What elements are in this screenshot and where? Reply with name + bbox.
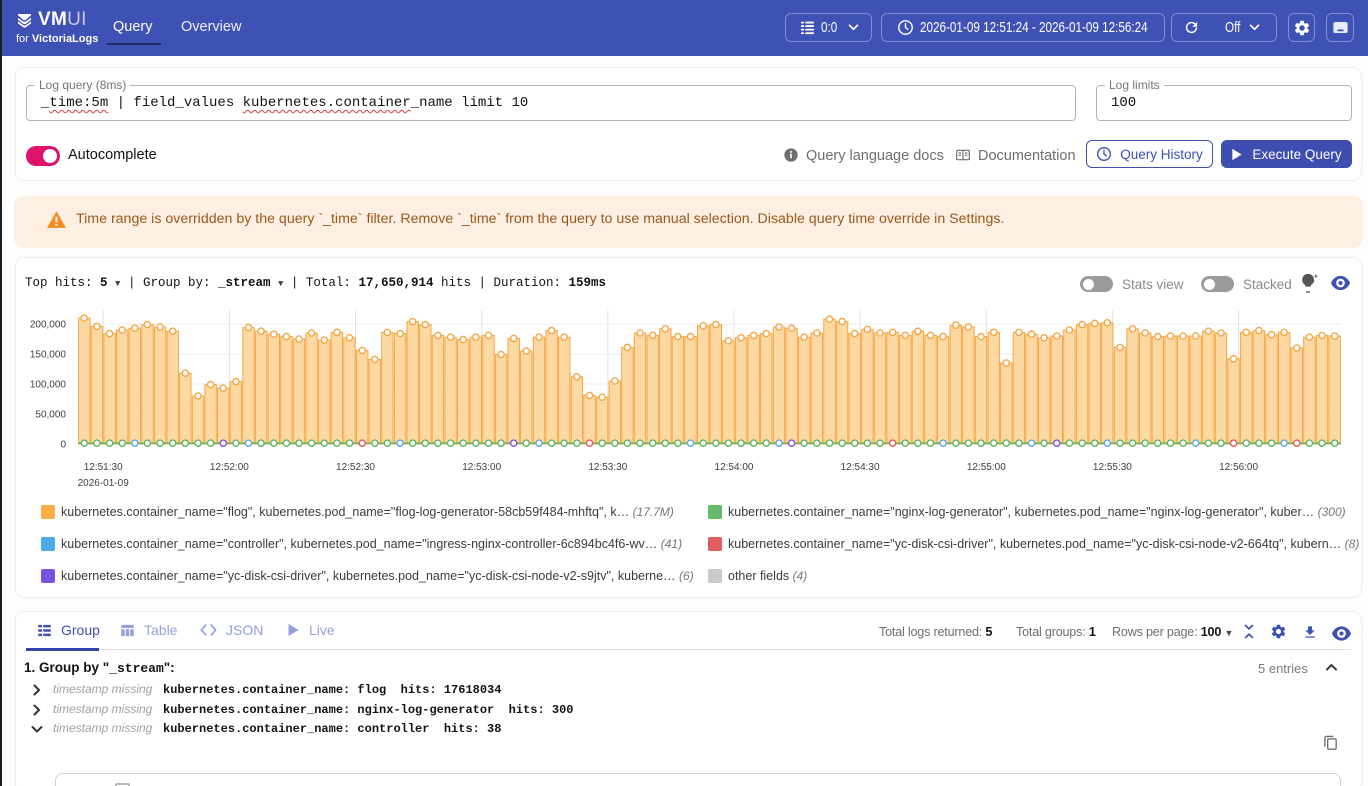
svg-text:12:52:00: 12:52:00: [210, 462, 249, 473]
svg-text:50,000: 50,000: [35, 410, 66, 421]
svg-text:2026-01-09: 2026-01-09: [78, 478, 130, 489]
svg-text:200,000: 200,000: [30, 320, 67, 331]
svg-text:12:54:30: 12:54:30: [841, 462, 880, 473]
svg-text:12:51:30: 12:51:30: [84, 462, 123, 473]
svg-text:12:55:00: 12:55:00: [967, 462, 1006, 473]
svg-text:100,000: 100,000: [30, 380, 67, 391]
svg-text:150,000: 150,000: [30, 350, 67, 361]
svg-text:12:55:30: 12:55:30: [1093, 462, 1132, 473]
svg-text:12:56:00: 12:56:00: [1219, 462, 1258, 473]
svg-text:12:53:30: 12:53:30: [588, 462, 627, 473]
svg-text:12:52:30: 12:52:30: [336, 462, 375, 473]
svg-text:12:54:00: 12:54:00: [715, 462, 754, 473]
svg-text:0: 0: [60, 440, 66, 451]
svg-text:12:53:00: 12:53:00: [462, 462, 501, 473]
